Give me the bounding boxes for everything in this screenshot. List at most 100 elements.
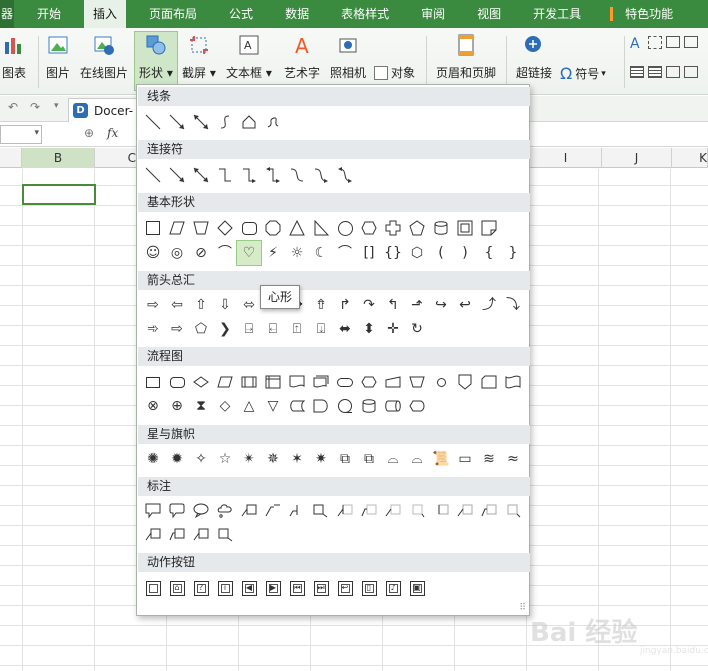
parallelogram-shape[interactable] <box>165 216 189 240</box>
zoom-icon[interactable]: ⊕ <box>84 126 94 140</box>
tab-review[interactable]: 审阅 <box>412 0 454 28</box>
up-arrow-shape[interactable]: ⇧ <box>189 293 213 317</box>
rounded-rectangle-shape[interactable] <box>237 216 261 240</box>
symbol-button[interactable]: Ω 符号 ▾ <box>560 64 606 83</box>
flowchart-internal-storage-shape[interactable] <box>261 370 285 394</box>
plaque-shape[interactable]: ⬡ <box>405 241 429 265</box>
corner-cell[interactable] <box>0 148 22 168</box>
donut-shape[interactable]: ◎ <box>165 241 189 265</box>
arc-shape[interactable]: ⌒ <box>333 241 357 265</box>
right-arrow-shape[interactable]: ⇨ <box>141 293 165 317</box>
tab-special-features[interactable]: 特色功能 <box>616 0 682 28</box>
flowchart-manual-operation-shape[interactable] <box>405 370 429 394</box>
curved-left-arrow-shape[interactable]: ↩ <box>453 293 477 317</box>
connector-arrow-shape[interactable] <box>165 163 189 187</box>
left-up-arrow-shape[interactable]: ↰ <box>381 293 405 317</box>
flowchart-magnetic-disk-shape[interactable] <box>357 394 381 418</box>
flowchart-punched-tape-shape[interactable] <box>501 370 525 394</box>
block-arc-shape[interactable]: ⌒ <box>213 241 237 265</box>
down-arrow-callout-shape[interactable]: ⍗ <box>309 317 333 341</box>
fx-icon[interactable]: fx <box>107 126 118 140</box>
striped-right-arrow-shape[interactable]: ➾ <box>141 317 165 341</box>
curved-connector-shape[interactable] <box>285 163 309 187</box>
flowchart-decision-shape[interactable] <box>189 370 213 394</box>
pentagon-shape[interactable] <box>405 216 429 240</box>
arrow-line-shape[interactable] <box>165 110 189 134</box>
connector-double-arrow-shape[interactable] <box>189 163 213 187</box>
lightning-shape[interactable]: ⚡ <box>261 241 285 265</box>
no-symbol-shape[interactable]: ⊘ <box>189 241 213 265</box>
action-blank-shape[interactable] <box>141 576 165 600</box>
rect-frame-icon[interactable] <box>666 36 680 48</box>
tab-formulas[interactable]: 公式 <box>220 0 262 28</box>
trapezoid-shape[interactable] <box>189 216 213 240</box>
rect-frame2-icon[interactable] <box>684 36 698 48</box>
curve-shape[interactable] <box>213 110 237 134</box>
freeform-shape[interactable] <box>237 110 261 134</box>
quad-arrow-callout-shape[interactable]: ✛ <box>381 317 405 341</box>
chevron-shape[interactable]: ❯ <box>213 317 237 341</box>
line-callout2-shape[interactable] <box>261 499 285 523</box>
text-frame-icon[interactable] <box>648 36 662 49</box>
sixteen-point-star-shape[interactable]: ✵ <box>261 447 285 471</box>
oval-callout-shape[interactable] <box>189 499 213 523</box>
tab-view[interactable]: 视图 <box>468 0 510 28</box>
connector-straight-shape[interactable] <box>141 163 165 187</box>
selected-cell[interactable] <box>22 184 96 205</box>
quick-access-dropdown-icon[interactable]: ▾ <box>54 101 59 111</box>
folded-corner-shape[interactable] <box>477 216 501 240</box>
hexagon-shape[interactable] <box>357 216 381 240</box>
left-arrow-callout-shape[interactable]: ⍇ <box>261 317 285 341</box>
action-sound-shape[interactable]: ♪ <box>381 576 405 600</box>
cloud-callout-shape[interactable] <box>213 499 237 523</box>
docer-tab[interactable]: D Docer- <box>68 98 138 122</box>
tab-insert[interactable]: 插入 <box>84 0 127 28</box>
double-brace-shape[interactable]: {} <box>381 241 405 265</box>
can-shape[interactable] <box>429 216 453 240</box>
action-back-shape[interactable]: ◀ <box>237 576 261 600</box>
action-forward-shape[interactable]: ▶ <box>261 576 285 600</box>
horizontal-scroll-shape[interactable]: ▭ <box>453 447 477 471</box>
action-help-shape[interactable]: ? <box>189 576 213 600</box>
bent-arrow-shape[interactable]: ↱ <box>333 293 357 317</box>
flowchart-stored-data-shape[interactable] <box>285 394 309 418</box>
explosion1-shape[interactable]: ✺ <box>141 447 165 471</box>
curved-down-arrow-shape[interactable]: ⤵ <box>501 293 525 317</box>
flowchart-predefined-process-shape[interactable] <box>237 370 261 394</box>
tab-data[interactable]: 数据 <box>276 0 318 28</box>
curved-right-arrow-shape[interactable]: ↪ <box>429 293 453 317</box>
object-button[interactable]: 对象 <box>374 64 415 81</box>
app-menu-button[interactable]: 器 <box>0 0 14 28</box>
sun-shape[interactable]: ☼ <box>285 241 309 265</box>
flowchart-or-shape[interactable]: ⊕ <box>165 394 189 418</box>
up-ribbon-shape[interactable]: ⧉ <box>333 447 357 471</box>
diamond-shape[interactable] <box>213 216 237 240</box>
up-down-arrow-callout-shape[interactable]: ⬍ <box>357 317 381 341</box>
octagon-shape[interactable] <box>261 216 285 240</box>
action-beginning-shape[interactable]: ⏮ <box>285 576 309 600</box>
double-bracket-shape[interactable]: [] <box>357 241 381 265</box>
flowchart-sort-shape[interactable]: ◇ <box>213 394 237 418</box>
curved-arrow-connector-shape[interactable] <box>309 163 333 187</box>
flowchart-display-shape[interactable] <box>405 394 429 418</box>
flowchart-delay-shape[interactable] <box>309 394 333 418</box>
vertical-scroll-shape[interactable]: 📜 <box>429 447 453 471</box>
accent-border-callout2-shape[interactable] <box>165 523 189 547</box>
frame-shape[interactable] <box>453 216 477 240</box>
column-header-i[interactable]: I <box>530 148 602 168</box>
action-home-shape[interactable]: ⌂ <box>165 576 189 600</box>
curved-up-arrow-shape[interactable]: ⤴ <box>477 293 501 317</box>
flowchart-merge-shape[interactable]: ▽ <box>261 394 285 418</box>
line-shape[interactable] <box>141 110 165 134</box>
shapes-button[interactable]: 形状 ▾ <box>134 31 178 91</box>
tab-developer[interactable]: 开发工具 <box>524 0 590 28</box>
border-callout4-shape[interactable] <box>501 499 525 523</box>
bent-up-arrow-shape[interactable]: ⬏ <box>405 293 429 317</box>
notched-right-arrow-shape[interactable]: ⇨ <box>165 317 189 341</box>
lines-icon[interactable] <box>648 66 662 78</box>
right-arrow-callout-shape[interactable]: ⍈ <box>237 317 261 341</box>
camera-button[interactable]: 照相机 <box>330 34 366 81</box>
border-callout3-shape[interactable] <box>477 499 501 523</box>
wave-shape[interactable]: ≋ <box>477 447 501 471</box>
flowchart-process-shape[interactable] <box>141 370 165 394</box>
